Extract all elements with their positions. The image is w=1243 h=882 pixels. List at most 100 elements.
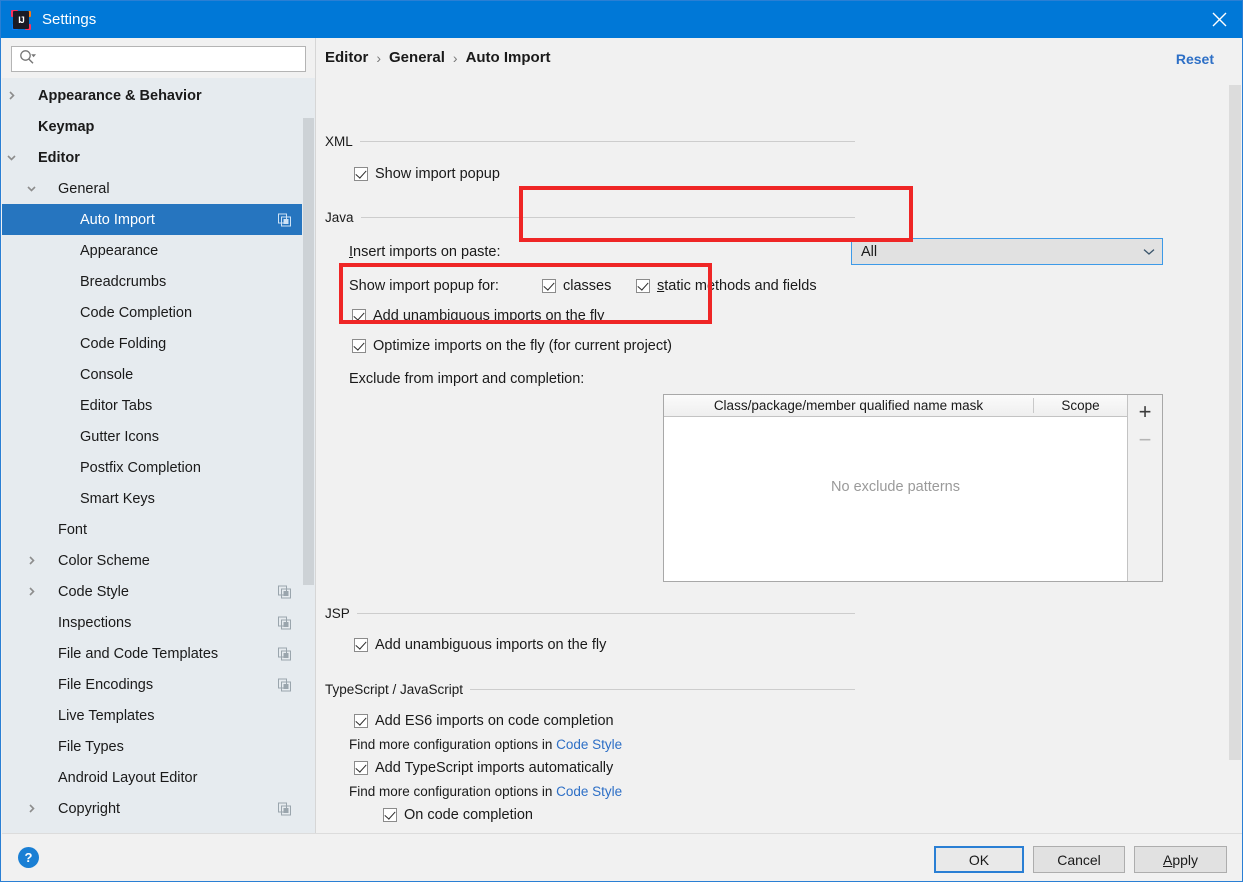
- sidebar-item-keymap[interactable]: Keymap: [2, 111, 315, 142]
- breadcrumb: Editor › General › Auto Import: [325, 49, 551, 66]
- copy-settings-icon[interactable]: [278, 647, 291, 660]
- checkbox-box[interactable]: [354, 714, 368, 728]
- sidebar-item-label: Appearance: [80, 242, 159, 259]
- code-style-link[interactable]: Code Style: [556, 784, 622, 799]
- sidebar-item-code-style[interactable]: Code Style: [2, 576, 315, 607]
- exclude-patterns-table: Class/package/member qualified name mask…: [663, 394, 1163, 582]
- sidebar-item-file-types[interactable]: File Types: [2, 731, 315, 762]
- reset-link[interactable]: Reset: [1176, 51, 1214, 67]
- search-box[interactable]: [11, 46, 306, 72]
- sidebar-item-appearance-behavior[interactable]: Appearance & Behavior: [2, 80, 315, 111]
- checkbox-java-static-methods-and-fields[interactable]: static methods and fields: [636, 278, 817, 294]
- sidebar-item-breadcrumbs[interactable]: Breadcrumbs: [2, 266, 315, 297]
- table-column-header-scope[interactable]: Scope: [1034, 398, 1127, 413]
- copy-settings-icon[interactable]: [278, 678, 291, 691]
- ok-button[interactable]: OK: [934, 846, 1024, 873]
- checkbox-label: Add unambiguous imports on the fly: [375, 637, 607, 653]
- sidebar-scrollbar-track[interactable]: [302, 80, 315, 834]
- checkbox-box[interactable]: [352, 339, 366, 353]
- checkbox-jsp-add-unambiguous-imports[interactable]: Add unambiguous imports on the fly: [354, 637, 606, 653]
- sidebar-item-gutter-icons[interactable]: Gutter Icons: [2, 421, 315, 452]
- checkbox-add-typescript-imports[interactable]: Add TypeScript imports automatically: [354, 760, 613, 776]
- chevron-down-icon: [1136, 248, 1162, 256]
- settings-tree: Appearance & Behavior Keymap Editor General…: [2, 80, 315, 834]
- chevron-down-icon[interactable]: [24, 182, 38, 196]
- checkbox-add-es6-imports[interactable]: Add ES6 imports on code completion: [354, 713, 614, 729]
- sidebar-item-label: Font: [58, 521, 88, 538]
- close-icon[interactable]: [1196, 1, 1242, 38]
- sidebar-item-label: Gutter Icons: [80, 428, 159, 445]
- checkbox-on-code-completion[interactable]: On code completion: [383, 807, 533, 823]
- table-body[interactable]: No exclude patterns: [664, 417, 1127, 581]
- add-pattern-button[interactable]: +: [1130, 398, 1160, 426]
- breadcrumb-item-editor[interactable]: Editor: [325, 49, 368, 66]
- checkbox-box[interactable]: [354, 167, 368, 181]
- sidebar-item-file-and-code-templates[interactable]: File and Code Templates: [2, 638, 315, 669]
- checkbox-box[interactable]: [354, 761, 368, 775]
- apply-button[interactable]: Apply: [1134, 846, 1227, 873]
- sidebar-item-copyright[interactable]: Copyright: [2, 793, 315, 824]
- checkbox-box[interactable]: [383, 808, 397, 822]
- sidebar-item-postfix-completion[interactable]: Postfix Completion: [2, 452, 315, 483]
- sidebar-item-color-scheme[interactable]: Color Scheme: [2, 545, 315, 576]
- checkbox-label: Add TypeScript imports automatically: [375, 760, 614, 776]
- help-button[interactable]: ?: [18, 847, 39, 868]
- sidebar-item-editor-tabs[interactable]: Editor Tabs: [2, 390, 315, 421]
- breadcrumb-item-general[interactable]: General: [389, 49, 445, 66]
- insert-imports-on-paste-select[interactable]: All: [851, 238, 1163, 265]
- search-input[interactable]: [37, 48, 305, 70]
- checkbox-java-classes[interactable]: classes: [542, 278, 611, 294]
- sidebar-item-general[interactable]: General: [2, 173, 315, 204]
- checkbox-java-add-unambiguous-imports[interactable]: Add unambiguous imports on the fly: [352, 308, 604, 324]
- exclude-from-import-label: Exclude from import and completion:: [349, 371, 585, 387]
- checkbox-java-optimize-imports[interactable]: Optimize imports on the fly (for current…: [352, 338, 672, 354]
- chevron-right-icon[interactable]: [4, 89, 18, 103]
- checkbox-label: Add unambiguous imports on the fly: [373, 308, 605, 324]
- sidebar-item-label: Keymap: [38, 118, 95, 135]
- settings-sidebar: Appearance & Behavior Keymap Editor General…: [2, 38, 315, 834]
- sidebar-item-appearance[interactable]: Appearance: [2, 235, 315, 266]
- checkbox-label: classes: [563, 278, 612, 294]
- sidebar-item-label: Auto Import: [80, 211, 155, 228]
- content-scrollbar-thumb[interactable]: [1229, 85, 1241, 760]
- remove-pattern-button: −: [1138, 427, 1152, 452]
- table-toolbar: + −: [1127, 395, 1162, 581]
- sidebar-item-file-encodings[interactable]: File Encodings: [2, 669, 315, 700]
- sidebar-item-auto-import[interactable]: Auto Import: [2, 204, 315, 235]
- copy-settings-icon[interactable]: [278, 616, 291, 629]
- copy-settings-icon[interactable]: [278, 213, 291, 226]
- cancel-button[interactable]: Cancel: [1033, 846, 1125, 873]
- sidebar-item-label: File Encodings: [58, 676, 154, 693]
- intellij-idea-logo-icon: IJ: [11, 9, 31, 30]
- checkbox-box[interactable]: [542, 279, 556, 293]
- sidebar-scrollbar-thumb[interactable]: [303, 118, 314, 585]
- checkbox-box[interactable]: [636, 279, 650, 293]
- sidebar-item-android-layout-editor[interactable]: Android Layout Editor: [2, 762, 315, 793]
- checkbox-box[interactable]: [352, 309, 366, 323]
- sidebar-item-code-folding[interactable]: Code Folding: [2, 328, 315, 359]
- chevron-right-icon[interactable]: [24, 802, 38, 816]
- chevron-right-icon[interactable]: [24, 585, 38, 599]
- sidebar-item-inspections[interactable]: Inspections: [2, 607, 315, 638]
- sidebar-item-label: Code Style: [58, 583, 129, 600]
- chevron-down-icon[interactable]: [4, 151, 18, 165]
- copy-settings-icon[interactable]: [278, 585, 291, 598]
- chevron-right-icon[interactable]: [24, 554, 38, 568]
- sidebar-item-label: Editor: [38, 149, 80, 166]
- checkbox-xml-show-import-popup[interactable]: Show import popup: [354, 166, 500, 182]
- sidebar-item-smart-keys[interactable]: Smart Keys: [2, 483, 315, 514]
- sidebar-item-code-completion[interactable]: Code Completion: [2, 297, 315, 328]
- section-label-typescript-javascript: TypeScript / JavaScript: [325, 682, 464, 697]
- section-header-jsp: JSP: [325, 606, 855, 621]
- copy-settings-icon[interactable]: [278, 802, 291, 815]
- sidebar-item-editor[interactable]: Editor: [2, 142, 315, 173]
- content-scrollbar-track[interactable]: [1228, 38, 1242, 834]
- code-style-link[interactable]: Code Style: [556, 737, 622, 752]
- sidebar-item-console[interactable]: Console: [2, 359, 315, 390]
- sidebar-item-live-templates[interactable]: Live Templates: [2, 700, 315, 731]
- note-text: Find more configuration options in: [349, 784, 557, 799]
- insert-imports-label: Insert imports on paste:: [349, 244, 501, 260]
- table-column-header-mask[interactable]: Class/package/member qualified name mask: [664, 398, 1034, 413]
- checkbox-box[interactable]: [354, 638, 368, 652]
- sidebar-item-font[interactable]: Font: [2, 514, 315, 545]
